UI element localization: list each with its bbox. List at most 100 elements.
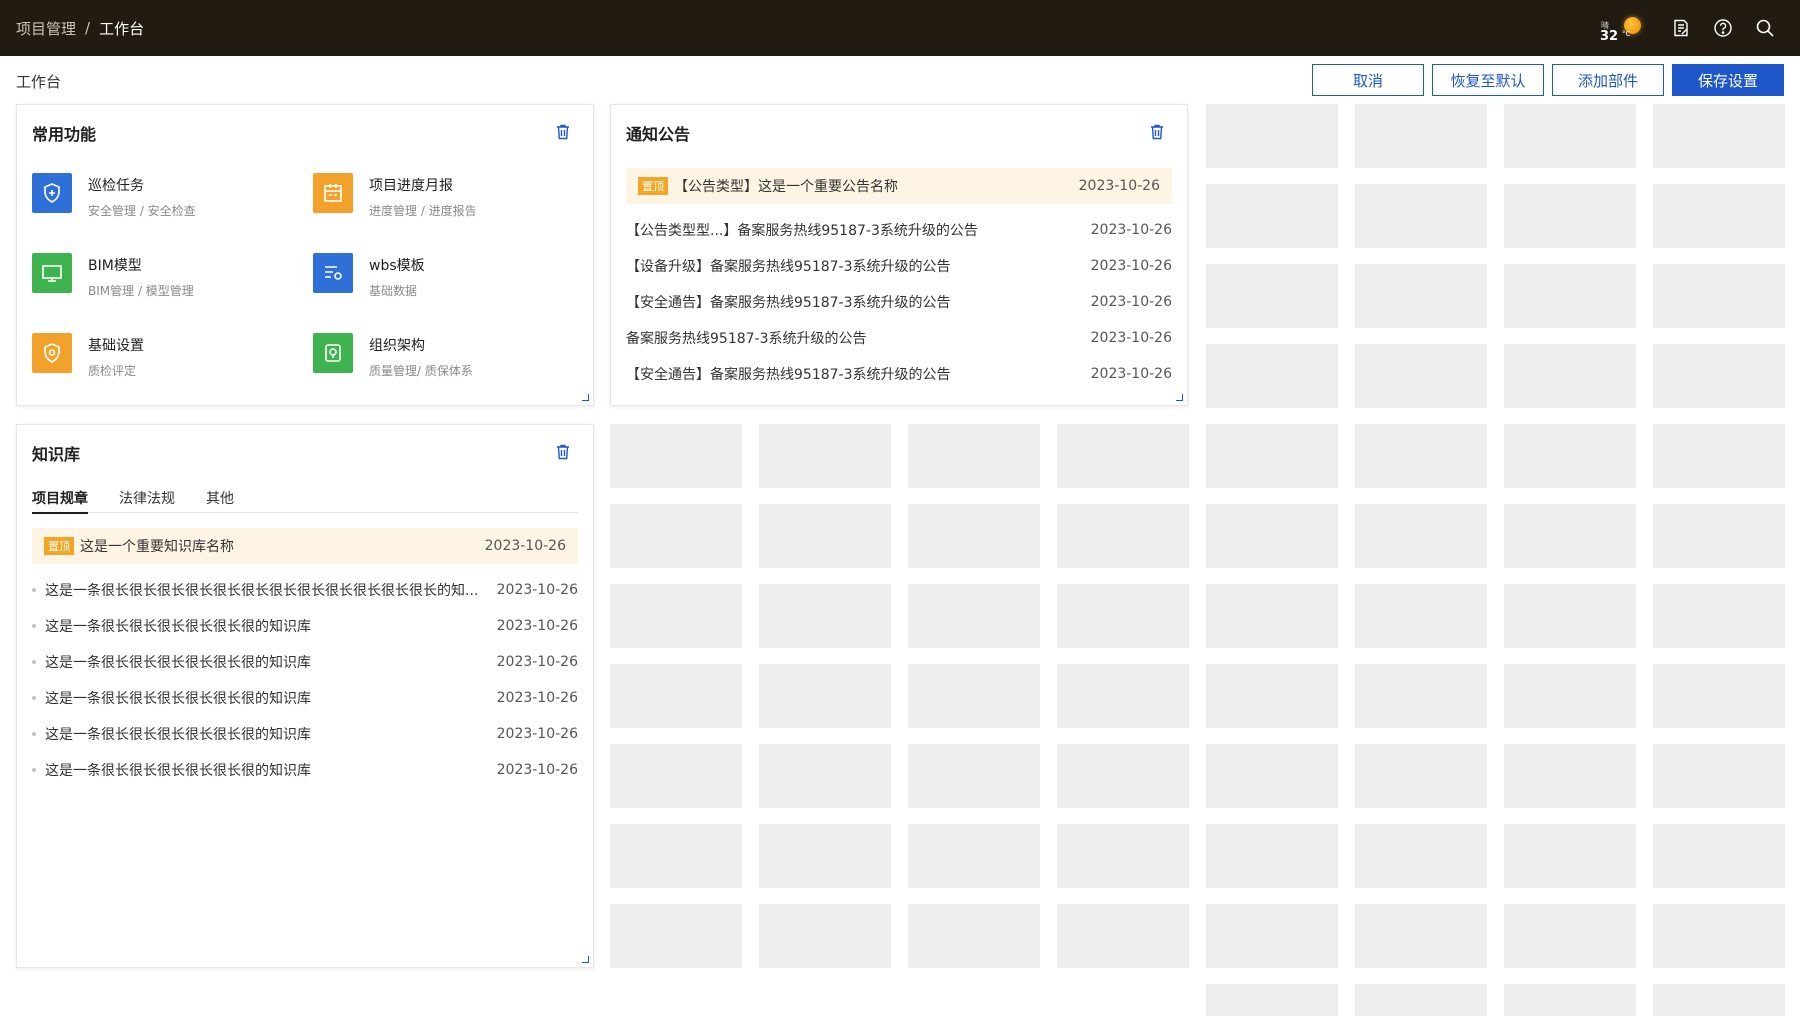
knowledge-row[interactable]: 这是一条很长很长很长很长很长很的知识库 2023-10-26 xyxy=(32,616,578,636)
resize-handle[interactable] xyxy=(582,394,589,401)
tab-other[interactable]: 其他 xyxy=(206,488,234,513)
notice-row[interactable]: 备案服务热线95187-3系统升级的公告 2023-10-26 xyxy=(626,328,1172,348)
notice-title: 备案服务热线95187-3系统升级的公告 xyxy=(626,331,867,347)
resize-handle[interactable] xyxy=(1176,394,1183,401)
save-settings-button[interactable]: 保存设置 xyxy=(1672,64,1784,96)
placeholder-slot xyxy=(1206,424,1338,488)
notice-row[interactable]: 【设备升级】备案服务热线95187-3系统升级的公告 2023-10-26 xyxy=(626,256,1172,276)
notice-row[interactable]: 【公告类型型...】备案服务热线95187-3系统升级的公告 2023-10-2… xyxy=(626,220,1172,240)
pinned-tag: 置顶 xyxy=(44,537,74,555)
knowledge-row[interactable]: 这是一条很长很长很长很长很长很长很长很长很长很长很长很长的知... 2023-1… xyxy=(32,580,578,600)
placeholder-slot xyxy=(1057,584,1189,648)
pinned-notice-date: 2023-10-26 xyxy=(1078,178,1160,194)
placeholder-slot xyxy=(908,584,1040,648)
placeholder-slot xyxy=(1653,904,1785,968)
placeholder-slot xyxy=(1057,504,1189,568)
monitor-icon xyxy=(32,253,72,293)
pinned-notice[interactable]: 置顶 【公告类型】这是一个重要公告名称 2023-10-26 xyxy=(626,168,1172,204)
placeholder-slot xyxy=(759,664,891,728)
placeholder-slot xyxy=(1653,824,1785,888)
placeholder-slot xyxy=(1355,184,1487,248)
knowledge-row[interactable]: 这是一条很长很长很长很长很长很的知识库 2023-10-26 xyxy=(32,760,578,780)
help-icon[interactable] xyxy=(1702,8,1744,48)
knowledge-title: 这是一条很长很长很长很长很长很的知识库 xyxy=(45,691,311,707)
knowledge-tabs: 项目规章 法律法规 其他 xyxy=(32,488,578,514)
bullet-dot xyxy=(32,732,36,736)
knowledge-row[interactable]: 这是一条很长很长很长很长很长很的知识库 2023-10-26 xyxy=(32,652,578,672)
shield-icon xyxy=(32,173,72,213)
placeholder-slot xyxy=(1355,424,1487,488)
placeholder-slot xyxy=(1355,904,1487,968)
placeholder-slot xyxy=(610,664,742,728)
knowledge-date: 2023-10-26 xyxy=(496,582,578,598)
breadcrumb-parent[interactable]: 项目管理 xyxy=(16,18,76,39)
function-item[interactable]: 组织架构 质量管理/ 质保体系 xyxy=(313,333,473,379)
card-title: 通知公告 xyxy=(626,125,691,144)
function-path: 基础数据 xyxy=(369,284,418,298)
notice-row[interactable]: 【安全通告】备案服务热线95187-3系统升级的公告 2023-10-26 xyxy=(626,292,1172,312)
placeholder-slot xyxy=(1206,744,1338,808)
cancel-button[interactable]: 取消 xyxy=(1312,64,1424,96)
placeholder-slot xyxy=(1355,344,1487,408)
placeholder-slot xyxy=(610,584,742,648)
knowledge-date: 2023-10-26 xyxy=(496,618,578,634)
weather-widget[interactable]: 晴 32 °C xyxy=(1598,8,1642,48)
function-name: 基础设置 xyxy=(88,338,144,354)
placeholder-slot xyxy=(610,424,742,488)
add-widget-button[interactable]: 添加部件 xyxy=(1552,64,1664,96)
placeholder-slot xyxy=(759,504,891,568)
placeholder-slot xyxy=(908,824,1040,888)
trash-icon[interactable] xyxy=(555,123,571,141)
trash-icon[interactable] xyxy=(555,443,571,461)
placeholder-slot xyxy=(1504,584,1636,648)
card-title: 知识库 xyxy=(32,445,81,464)
knowledge-date: 2023-10-26 xyxy=(496,654,578,670)
function-item[interactable]: 项目进度月报 进度管理 / 进度报告 xyxy=(313,173,477,219)
function-item[interactable]: wbs模板 基础数据 xyxy=(313,253,425,299)
placeholder-slot xyxy=(1206,264,1338,328)
function-item[interactable]: BIM模型 BIM管理 / 模型管理 xyxy=(32,253,194,299)
trash-icon[interactable] xyxy=(1149,123,1165,141)
function-item[interactable]: 巡检任务 安全管理 / 安全检查 xyxy=(32,173,196,219)
placeholder-slot xyxy=(1057,744,1189,808)
placeholder-slot xyxy=(1355,664,1487,728)
reset-default-button[interactable]: 恢复至默认 xyxy=(1432,64,1544,96)
tab-laws[interactable]: 法律法规 xyxy=(119,488,175,513)
resize-handle[interactable] xyxy=(582,956,589,963)
knowledge-title: 这是一条很长很长很长很长很长很的知识库 xyxy=(45,619,311,635)
knowledge-row[interactable]: 这是一条很长很长很长很长很长很的知识库 2023-10-26 xyxy=(32,724,578,744)
placeholder-slot xyxy=(1504,184,1636,248)
settings-badge-icon xyxy=(32,333,72,373)
knowledge-row[interactable]: 这是一条很长很长很长很长很长很的知识库 2023-10-26 xyxy=(32,688,578,708)
placeholder-slot xyxy=(1504,984,1636,1016)
notice-row[interactable]: 【安全通告】备案服务热线95187-3系统升级的公告 2023-10-26 xyxy=(626,364,1172,384)
placeholder-slot xyxy=(1504,904,1636,968)
function-name: BIM模型 xyxy=(88,258,142,274)
notes-icon[interactable] xyxy=(1660,8,1702,48)
action-bar: 取消 恢复至默认 添加部件 保存设置 xyxy=(1304,64,1784,96)
top-right-tools: 晴 32 °C xyxy=(1598,0,1800,56)
common-functions-card: 常用功能 巡检任务 安全管理 / 安全检查 项目进度月报 进度管理 / 进度报告… xyxy=(16,104,594,406)
page-title: 工作台 xyxy=(16,73,62,91)
bullet-dot xyxy=(32,624,36,628)
placeholder-slot xyxy=(1355,824,1487,888)
function-item[interactable]: 基础设置 质检评定 xyxy=(32,333,144,379)
placeholder-slot xyxy=(610,824,742,888)
function-name: 项目进度月报 xyxy=(369,178,453,194)
tab-project-rules[interactable]: 项目规章 xyxy=(32,488,88,514)
knowledge-date: 2023-10-26 xyxy=(496,762,578,778)
search-icon[interactable] xyxy=(1744,8,1786,48)
placeholder-slot xyxy=(1355,504,1487,568)
notice-date: 2023-10-26 xyxy=(1090,330,1172,346)
placeholder-slot xyxy=(1206,344,1338,408)
breadcrumb-current: 工作台 xyxy=(99,19,145,38)
placeholder-slot xyxy=(1653,104,1785,168)
placeholder-slot xyxy=(1504,664,1636,728)
placeholder-slot xyxy=(1504,264,1636,328)
pinned-knowledge[interactable]: 置顶 这是一个重要知识库名称 2023-10-26 xyxy=(32,528,578,564)
function-path: 质量管理/ 质保体系 xyxy=(369,364,473,378)
placeholder-slot xyxy=(1355,264,1487,328)
notice-title: 【公告类型型...】备案服务热线95187-3系统升级的公告 xyxy=(626,223,978,239)
knowledge-card: 知识库 项目规章 法律法规 其他 置顶 这是一个重要知识库名称 2023-10-… xyxy=(16,424,594,968)
function-path: 质检评定 xyxy=(88,364,137,378)
